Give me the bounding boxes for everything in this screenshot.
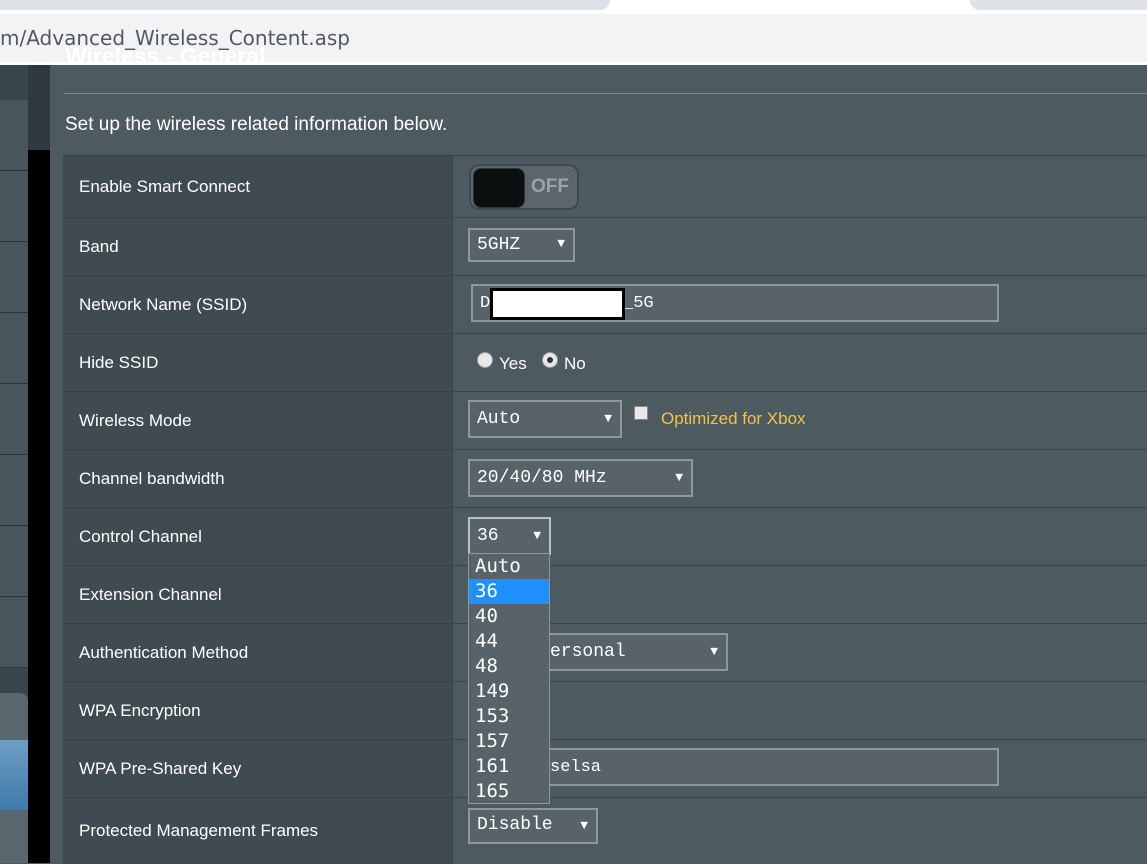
label-ssid: Network Name (SSID): [79, 295, 248, 314]
ssid-suffix: _5G: [623, 294, 654, 313]
sidebar-item[interactable]: [0, 384, 29, 455]
toggle-state-text: OFF: [531, 176, 569, 197]
label-wpa-encryption: WPA Encryption: [79, 701, 201, 720]
row-wpa-encryption: WPA Encryption: [63, 681, 1147, 740]
chevron-down-icon: ▼: [533, 528, 541, 543]
radio-yes-label: Yes: [499, 354, 527, 373]
dropdown-option[interactable]: 165: [469, 779, 549, 804]
dropdown-option[interactable]: 153: [469, 704, 549, 729]
browser-tab[interactable]: [970, 0, 1147, 10]
label-smart-connect: Enable Smart Connect: [79, 177, 251, 196]
chevron-down-icon: ▼: [557, 236, 565, 251]
label-extension-channel: Extension Channel: [79, 585, 222, 604]
sidebar-item[interactable]: [0, 100, 29, 171]
control-channel-dropdown-list: Auto 36 40 44 48 149 153 157 161 165: [468, 553, 550, 804]
chevron-down-icon: ▼: [710, 644, 718, 659]
chevron-down-icon: ▼: [604, 411, 612, 426]
chevron-down-icon: ▼: [675, 470, 683, 485]
radio-hide-yes[interactable]: [477, 352, 493, 368]
sidebar-divider: [28, 65, 50, 863]
sidebar-item-active[interactable]: [0, 740, 28, 810]
label-pmf: Protected Management Frames: [79, 821, 319, 840]
radio-no-label: No: [564, 354, 586, 373]
dropdown-option[interactable]: 44: [469, 629, 549, 654]
toggle-knob: [473, 168, 525, 208]
control-channel-value: 36: [477, 526, 499, 546]
row-extension-channel: Extension Channel: [63, 565, 1147, 624]
row-wpa-psk: WPA Pre-Shared Key selsa: [63, 739, 1147, 798]
row-control-channel: Control Channel 36 ▼: [63, 507, 1147, 566]
dropdown-option-highlighted[interactable]: 36: [469, 579, 549, 604]
sidebar-item[interactable]: [0, 455, 29, 526]
dropdown-option[interactable]: 157: [469, 729, 549, 754]
label-wireless-mode: Wireless Mode: [79, 411, 192, 430]
band-value: 5GHZ: [477, 235, 521, 255]
sidebar-item[interactable]: [0, 313, 29, 384]
section-description: Set up the wireless related information …: [65, 114, 448, 135]
row-ssid: Network Name (SSID) D _5G: [63, 275, 1147, 334]
dropdown-option[interactable]: 40: [469, 604, 549, 629]
chevron-down-icon: ▼: [580, 818, 588, 833]
channel-bandwidth-value: 20/40/80 MHz: [477, 468, 607, 488]
sidebar-item[interactable]: [0, 171, 29, 242]
row-auth-method: Authentication Method ersonal ▼: [63, 623, 1147, 682]
row-band: Band 5GHZ ▼: [63, 217, 1147, 276]
row-smart-connect: Enable Smart Connect OFF: [63, 155, 1147, 218]
sidebar-item[interactable]: [0, 526, 29, 597]
sidebar-item[interactable]: [0, 597, 29, 668]
browser-tabstrip: [0, 0, 1147, 14]
dropdown-option[interactable]: 48: [469, 654, 549, 679]
wpa-psk-value: selsa: [550, 758, 602, 777]
wireless-mode-select[interactable]: Auto ▼: [468, 400, 622, 438]
radio-hide-no[interactable]: [542, 352, 558, 368]
pmf-select[interactable]: Disable ▼: [468, 808, 598, 844]
label-hide-ssid: Hide SSID: [79, 353, 159, 372]
row-channel-bandwidth: Channel bandwidth 20/40/80 MHz ▼: [63, 449, 1147, 508]
channel-bandwidth-select[interactable]: 20/40/80 MHz ▼: [468, 459, 693, 497]
wireless-mode-value: Auto: [477, 409, 521, 429]
control-channel-select[interactable]: 36 ▼: [468, 517, 551, 555]
dropdown-option[interactable]: 161: [469, 754, 549, 779]
xbox-label[interactable]: Optimized for Xbox: [661, 409, 806, 429]
dropdown-option[interactable]: 149: [469, 679, 549, 704]
label-band: Band: [79, 237, 119, 256]
auth-method-value: ersonal: [550, 642, 626, 662]
xbox-checkbox[interactable]: [634, 406, 648, 420]
browser-tab[interactable]: [0, 0, 610, 10]
band-select[interactable]: 5GHZ ▼: [468, 228, 575, 262]
smart-connect-toggle[interactable]: OFF: [469, 164, 579, 210]
label-auth-method: Authentication Method: [79, 643, 249, 662]
redaction-box: [490, 288, 625, 320]
label-channel-bandwidth: Channel bandwidth: [79, 469, 225, 488]
ssid-prefix: D: [480, 294, 491, 313]
dropdown-option[interactable]: Auto: [469, 554, 549, 579]
label-control-channel: Control Channel: [79, 527, 202, 546]
sidebar: [0, 65, 29, 863]
pmf-value: Disable: [477, 815, 553, 835]
section-title: Wireless - General: [65, 43, 266, 69]
title-divider: [64, 93, 1147, 94]
sidebar-item[interactable]: [0, 242, 29, 313]
row-wireless-mode: Wireless Mode Auto ▼ Optimized for Xbox: [63, 391, 1147, 450]
label-wpa-psk: WPA Pre-Shared Key: [79, 759, 242, 778]
row-hide-ssid: Hide SSID Yes No: [63, 333, 1147, 392]
row-pmf: Protected Management Frames Disable ▼: [63, 797, 1147, 864]
